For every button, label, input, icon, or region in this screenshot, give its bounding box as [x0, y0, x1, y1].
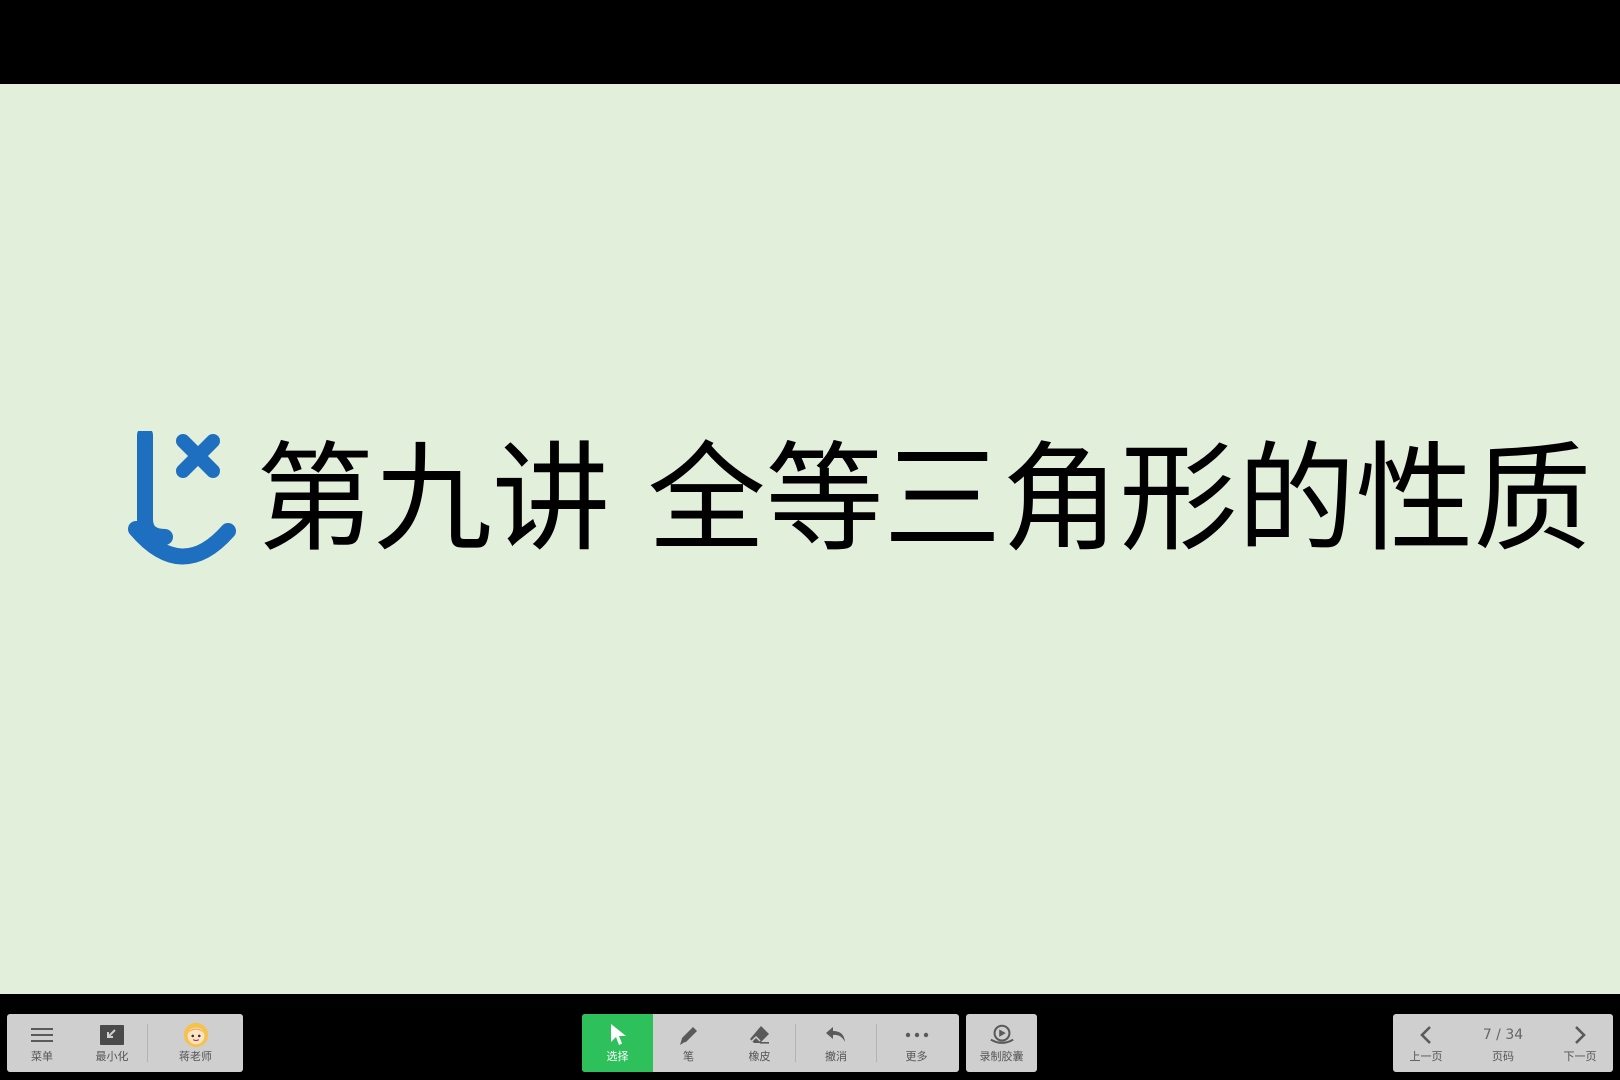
teacher-button[interactable]: 蒋老师	[148, 1014, 243, 1072]
page-separator: /	[1491, 1027, 1506, 1043]
current-page: 7	[1482, 1027, 1492, 1043]
teacher-label: 蒋老师	[179, 1050, 212, 1063]
slide-title-row: 第九讲 全等三角形的性质	[128, 424, 1592, 574]
presentation-window: 第九讲 全等三角形的性质 菜单 最小化 蒋老师 选择 笔 橡皮 撤消 更多 录制…	[0, 0, 1620, 1080]
select-label: 选择	[606, 1050, 629, 1063]
slide-canvas[interactable]: 第九讲 全等三角形的性质	[0, 84, 1620, 994]
slide-title: 第九讲 全等三角形的性质	[256, 430, 1592, 568]
eraser-tool-button[interactable]: 橡皮	[724, 1014, 795, 1072]
select-tool-button[interactable]: 选择	[582, 1014, 653, 1072]
prev-page-label: 上一页	[1409, 1050, 1443, 1063]
record-toolbar-panel: 录制胶囊	[966, 1014, 1037, 1072]
pen-icon	[676, 1022, 702, 1048]
next-page-label: 下一页	[1563, 1050, 1597, 1063]
minimize-icon	[99, 1022, 125, 1048]
pen-label: 笔	[683, 1050, 694, 1063]
top-letterbox	[0, 0, 1620, 84]
brand-logo-icon	[128, 431, 236, 565]
more-button[interactable]: 更多	[877, 1014, 956, 1072]
record-capsule-button[interactable]: 录制胶囊	[966, 1014, 1037, 1072]
chevron-left-icon	[1413, 1022, 1439, 1048]
next-page-button[interactable]: 下一页	[1547, 1014, 1613, 1072]
more-label: 更多	[905, 1050, 928, 1063]
cursor-icon	[605, 1022, 631, 1048]
pager-panel: 上一页 7 / 34 页码 下一页	[1393, 1014, 1613, 1072]
page-number-button[interactable]: 7 / 34 页码	[1459, 1014, 1547, 1072]
left-toolbar-panel: 菜单 最小化 蒋老师	[7, 1014, 243, 1072]
teacher-avatar-icon	[183, 1022, 209, 1048]
undo-icon	[823, 1022, 849, 1048]
page-indicator: 7 / 34	[1483, 1022, 1523, 1048]
menu-label: 菜单	[31, 1050, 53, 1063]
undo-button[interactable]: 撤消	[796, 1014, 876, 1072]
hamburger-icon	[29, 1022, 55, 1048]
total-pages: 34	[1505, 1027, 1524, 1043]
record-label: 录制胶囊	[979, 1050, 1024, 1063]
prev-page-button[interactable]: 上一页	[1393, 1014, 1459, 1072]
eraser-label: 橡皮	[748, 1050, 771, 1063]
minimize-label: 最小化	[95, 1050, 129, 1063]
center-toolbar-panel: 选择 笔 橡皮 撤消 更多	[582, 1014, 959, 1072]
page-number-label: 页码	[1492, 1050, 1514, 1063]
minimize-button[interactable]: 最小化	[77, 1014, 147, 1072]
pen-tool-button[interactable]: 笔	[653, 1014, 724, 1072]
record-capsule-icon	[989, 1022, 1015, 1048]
chevron-right-icon	[1567, 1022, 1593, 1048]
menu-button[interactable]: 菜单	[7, 1014, 77, 1072]
eraser-icon	[747, 1022, 773, 1048]
more-dots-icon	[904, 1022, 930, 1048]
undo-label: 撤消	[825, 1050, 847, 1063]
